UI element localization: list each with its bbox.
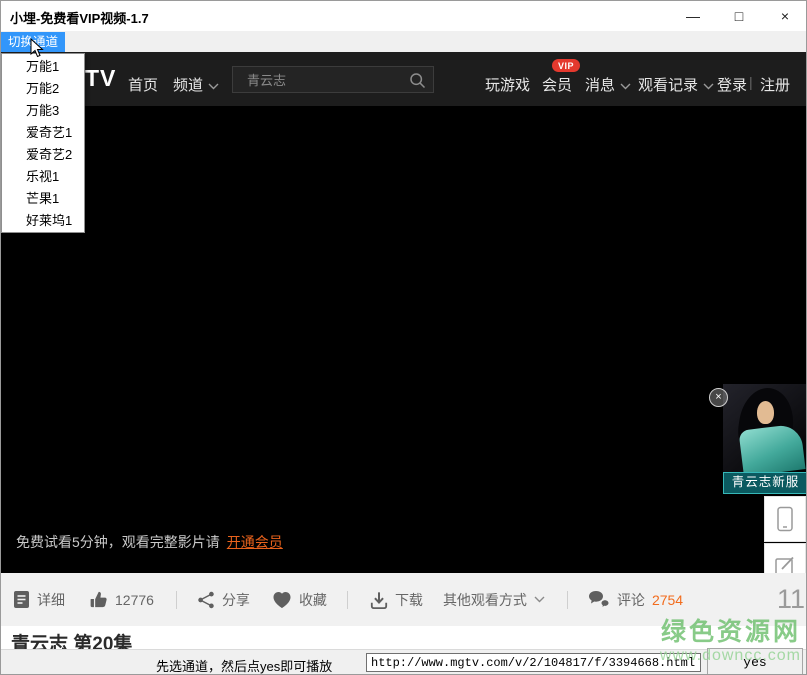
open-vip-link[interactable]: 开通会员 <box>227 534 283 550</box>
titlebar: 小埋-免费看VIP视频-1.7 — □ × <box>1 1 806 31</box>
search-icon[interactable] <box>409 72 426 89</box>
trial-notice: 免费试看5分钟，观看完整影片请 开通会员 <box>16 534 283 550</box>
nav-login[interactable]: 登录 <box>717 74 747 95</box>
menubar: 切换通道 <box>1 31 806 52</box>
nav-play-games[interactable]: 玩游戏 <box>485 74 530 95</box>
channel-dropdown: 万能1 万能2 万能3 爱奇艺1 爱奇艺2 乐视1 芒果1 好莱坞1 <box>1 53 85 233</box>
app-window: 小埋-免费看VIP视频-1.7 — □ × 切换通道 TV 首页 频道 玩游戏 … <box>0 0 807 675</box>
thumbs-up-icon <box>90 591 107 608</box>
download-icon <box>370 591 388 609</box>
favorite-button[interactable]: 收藏 <box>272 590 327 610</box>
yes-button[interactable]: yes <box>707 648 803 674</box>
video-title: 青云志 第20集 <box>11 634 133 649</box>
chevron-down-icon <box>703 83 714 90</box>
nav-member[interactable]: 会员 <box>542 74 572 95</box>
chevron-down-icon <box>208 83 219 90</box>
video-title-strip: 青云志 第20集 <box>1 626 806 649</box>
maximize-button[interactable]: □ <box>716 1 762 31</box>
heart-icon <box>273 591 291 608</box>
other-watch-modes-button[interactable]: 其他观看方式 <box>443 590 545 610</box>
nav-home[interactable]: 首页 <box>128 74 158 95</box>
site-nav: TV 首页 频道 玩游戏 VIP 会员 消息 观看记录 登录 | 注册 <box>1 52 806 106</box>
channel-option[interactable]: 乐视1 <box>2 166 84 188</box>
channel-option[interactable]: 爱奇艺1 <box>2 122 84 144</box>
vip-badge: VIP <box>552 59 581 72</box>
nav-divider: | <box>749 74 753 90</box>
comments-count: 2754 <box>651 591 684 608</box>
ad-banner: 青云志新服 <box>723 472 806 494</box>
window-title: 小埋-免费看VIP视频-1.7 <box>10 11 149 26</box>
channel-option[interactable]: 万能3 <box>2 100 84 122</box>
chevron-down-icon <box>534 596 545 603</box>
phone-icon <box>777 506 793 532</box>
nav-register[interactable]: 注册 <box>760 74 790 95</box>
comments-icon <box>588 591 609 607</box>
download-button[interactable]: 下载 <box>370 590 423 610</box>
channel-option[interactable]: 万能2 <box>2 78 84 100</box>
site-logo[interactable]: TV <box>85 65 116 92</box>
ad-character-face <box>757 401 774 424</box>
channel-option[interactable]: 爱奇艺2 <box>2 144 84 166</box>
chevron-down-icon <box>620 83 631 90</box>
promo-ad[interactable]: × 青云志新服 <box>709 384 806 494</box>
channel-option[interactable]: 芒果1 <box>2 188 84 210</box>
like-button[interactable]: 12776 <box>89 590 154 609</box>
channel-option[interactable]: 好莱坞1 <box>2 210 84 232</box>
ad-close-icon[interactable]: × <box>709 388 728 407</box>
share-icon <box>198 591 214 608</box>
search-box <box>232 66 434 93</box>
ad-character-robe <box>738 423 806 474</box>
window-controls: — □ × <box>670 1 806 31</box>
minimize-button[interactable]: — <box>670 1 716 31</box>
nav-watch-history[interactable]: 观看记录 <box>638 74 714 95</box>
toolbar-divider <box>346 590 348 609</box>
action-toolbar: 详细 12776 分享 收藏 下载 其他观看方式 评论 2754 11 <box>1 573 806 626</box>
toolbar-divider <box>175 590 177 609</box>
status-hint: 先选通道，然后点yes即可播放 <box>156 659 333 674</box>
detail-button[interactable]: 详细 <box>13 590 65 610</box>
channel-option[interactable]: 万能1 <box>2 56 84 78</box>
share-button[interactable]: 分享 <box>197 590 250 610</box>
toolbar-divider <box>566 590 568 609</box>
nav-messages[interactable]: 消息 <box>585 74 631 95</box>
video-player[interactable]: 免费试看5分钟，观看完整影片请 开通会员 × 青云志新服 <box>1 106 806 573</box>
play-count: 110 <box>777 584 806 614</box>
mouse-cursor-icon <box>30 38 44 58</box>
mobile-app-button[interactable] <box>764 496 806 542</box>
comments-button[interactable]: 评论 2754 <box>588 590 683 610</box>
nav-channels[interactable]: 频道 <box>173 74 219 95</box>
document-icon <box>14 591 29 608</box>
statusbar: 先选通道，然后点yes即可播放 yes <box>1 648 806 674</box>
close-button[interactable]: × <box>762 1 806 31</box>
search-input[interactable] <box>233 67 403 92</box>
url-input[interactable] <box>366 653 701 672</box>
ad-character-image <box>723 384 806 474</box>
